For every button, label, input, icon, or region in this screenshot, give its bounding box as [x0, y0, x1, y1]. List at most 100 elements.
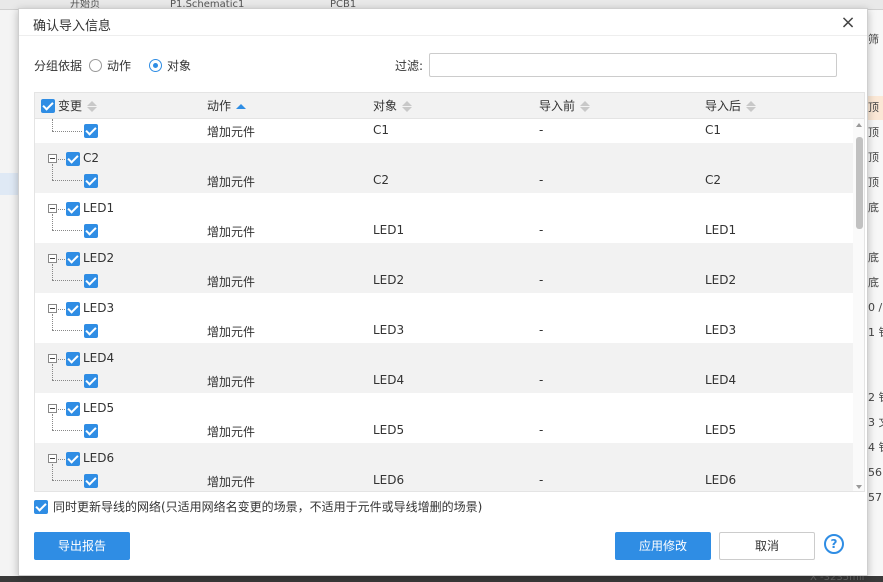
- scroll-down-icon[interactable]: [856, 485, 862, 489]
- group-checkbox[interactable]: [66, 302, 80, 316]
- radio-group-by-object[interactable]: 对象: [149, 57, 191, 74]
- bg-right-row: 3 文: [868, 416, 883, 429]
- sort-asc-icon[interactable]: [236, 103, 247, 109]
- row-checkbox[interactable]: [84, 424, 98, 438]
- radio-off-icon: [89, 59, 102, 72]
- sync-net-label: 同时更新导线的网络(只适用网络名变更的场景，不适用于元件或导线增删的场景): [53, 500, 483, 514]
- bg-right-row: 57 飞: [868, 491, 883, 504]
- close-icon[interactable]: ×: [837, 12, 859, 34]
- table-group[interactable]: LED2 增加元件 LED2 - LED2: [35, 243, 853, 293]
- row-action: 增加元件: [207, 275, 256, 289]
- bg-right-header: 筛: [868, 33, 879, 46]
- row-after: LED5: [705, 423, 737, 437]
- scroll-up-icon[interactable]: [856, 123, 862, 127]
- group-name: LED5: [83, 401, 115, 415]
- radio-group-by-action[interactable]: 动作: [89, 57, 131, 74]
- filter-input[interactable]: [429, 53, 837, 77]
- apply-changes-button[interactable]: 应用修改: [615, 532, 711, 560]
- column-change-label: 变更: [58, 99, 83, 113]
- cancel-button[interactable]: 取消: [719, 532, 815, 560]
- scroll-thumb[interactable]: [856, 137, 863, 229]
- title-divider: [19, 35, 867, 36]
- group-checkbox[interactable]: [66, 352, 80, 366]
- row-object: LED3: [373, 323, 405, 337]
- row-action: 增加元件: [207, 475, 256, 489]
- radio-on-icon: [149, 59, 162, 72]
- row-action: 增加元件: [207, 225, 256, 239]
- table-group[interactable]: LED4 增加元件 LED4 - LED4: [35, 343, 853, 393]
- collapse-icon[interactable]: [48, 204, 57, 213]
- row-checkbox[interactable]: [84, 274, 98, 288]
- column-before-label: 导入前: [539, 99, 576, 113]
- group-name: C2: [83, 151, 100, 165]
- collapse-icon[interactable]: [48, 154, 57, 163]
- filter-label: 过滤:: [395, 59, 424, 73]
- row-action: 增加元件: [207, 325, 256, 339]
- help-icon[interactable]: ?: [824, 534, 844, 554]
- table-group[interactable]: C2 增加元件 C2 - C2: [35, 143, 853, 193]
- row-action: 增加元件: [207, 375, 256, 389]
- row-checkbox[interactable]: [84, 124, 98, 138]
- group-name: LED4: [83, 351, 115, 365]
- group-checkbox[interactable]: [66, 402, 80, 416]
- row-after: C1: [705, 123, 722, 137]
- bg-right-row: 顶: [868, 176, 879, 189]
- column-action[interactable]: 动作: [207, 93, 247, 119]
- sort-icon[interactable]: [87, 100, 98, 112]
- background-bottom-bar: [0, 576, 883, 582]
- table-group[interactable]: LED5 增加元件 LED5 - LED5: [35, 393, 853, 443]
- column-object[interactable]: 对象: [373, 93, 413, 119]
- group-checkbox[interactable]: [66, 202, 80, 216]
- row-object: C1: [373, 123, 390, 137]
- row-action: 增加元件: [207, 125, 256, 139]
- collapse-icon[interactable]: [48, 304, 57, 313]
- row-before: -: [539, 373, 544, 387]
- sync-net-option[interactable]: 同时更新导线的网络(只适用网络名变更的场景，不适用于元件或导线增删的场景): [34, 498, 482, 515]
- column-object-label: 对象: [373, 99, 398, 113]
- table-scrollbar[interactable]: [853, 119, 864, 491]
- column-before[interactable]: 导入前: [539, 93, 591, 119]
- bg-right-row: 2 钅: [868, 391, 883, 404]
- group-name: LED2: [83, 251, 115, 265]
- collapse-icon[interactable]: [48, 454, 57, 463]
- group-checkbox[interactable]: [66, 152, 80, 166]
- sort-icon[interactable]: [402, 100, 413, 112]
- row-after: LED4: [705, 373, 737, 387]
- row-before: -: [539, 223, 544, 237]
- radio-action-label: 动作: [107, 59, 132, 73]
- row-checkbox[interactable]: [84, 174, 98, 188]
- table-group[interactable]: LED3 增加元件 LED3 - LED3: [35, 293, 853, 343]
- collapse-icon[interactable]: [48, 254, 57, 263]
- sort-icon[interactable]: [746, 100, 757, 112]
- table-group[interactable]: LED1 增加元件 LED1 - LED1: [35, 193, 853, 243]
- changes-table: 变更 动作 对象 导入前 导入后 增加元件 C1 - C1 C2 增加元件 C2…: [34, 92, 865, 492]
- row-checkbox[interactable]: [84, 324, 98, 338]
- bg-right-row: 底: [868, 276, 879, 289]
- group-checkbox[interactable]: [66, 252, 80, 266]
- bg-right-row: 顶: [868, 96, 883, 120]
- table-row[interactable]: 增加元件 C1 - C1: [35, 119, 853, 143]
- bg-right-row: 底: [868, 201, 879, 214]
- group-name: LED3: [83, 301, 115, 315]
- column-change[interactable]: 变更: [41, 93, 98, 119]
- table-group[interactable]: LED6 增加元件 LED6 - LED6: [35, 443, 853, 491]
- row-checkbox[interactable]: [84, 474, 98, 488]
- sort-icon[interactable]: [580, 100, 591, 112]
- bg-right-row: 顶: [868, 151, 879, 164]
- column-after[interactable]: 导入后: [705, 93, 757, 119]
- bg-right-row: 56 钅: [868, 466, 883, 479]
- collapse-icon[interactable]: [48, 354, 57, 363]
- export-report-button[interactable]: 导出报告: [34, 532, 130, 560]
- row-object: LED1: [373, 223, 405, 237]
- select-all-checkbox[interactable]: [41, 99, 55, 113]
- row-checkbox[interactable]: [84, 224, 98, 238]
- row-checkbox[interactable]: [84, 374, 98, 388]
- row-before: -: [539, 423, 544, 437]
- sync-net-checkbox[interactable]: [34, 499, 48, 514]
- bg-right-row: 4 钅: [868, 441, 883, 454]
- column-after-label: 导入后: [705, 99, 742, 113]
- bg-right-row: 顶: [868, 126, 879, 139]
- group-checkbox[interactable]: [66, 452, 80, 466]
- bg-right-row: 0 /: [868, 301, 883, 314]
- collapse-icon[interactable]: [48, 404, 57, 413]
